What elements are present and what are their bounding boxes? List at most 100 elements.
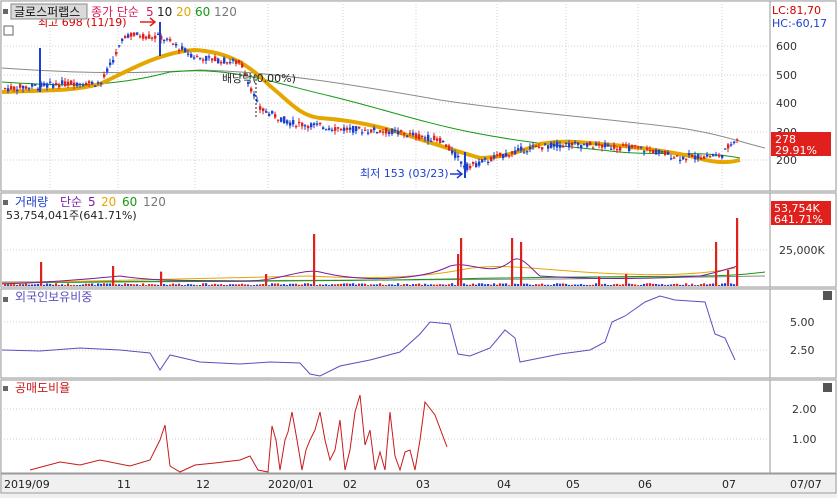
- volume-bar: [265, 274, 268, 286]
- candle-body: [487, 161, 490, 164]
- short-tick-2: 2.00: [792, 403, 817, 416]
- volume-bar: [691, 283, 694, 286]
- candle-body: [652, 150, 655, 154]
- candle-body: [469, 165, 472, 169]
- volume-bar: [49, 283, 52, 286]
- volume-bar: [409, 284, 412, 286]
- volume-bar: [319, 284, 322, 286]
- candle-body: [202, 59, 205, 61]
- volume-bar: [658, 284, 661, 286]
- candle-body: [85, 83, 88, 86]
- volume-bar: [715, 242, 718, 286]
- volume-bar: [133, 284, 136, 286]
- volume-ma-20: 20: [101, 195, 116, 209]
- volume-bar: [649, 283, 652, 286]
- volume-bar: [181, 285, 184, 286]
- current-volume-text: 53,754,041주(641.71%): [6, 209, 137, 222]
- volume-bar: [541, 283, 544, 286]
- candle-body: [139, 36, 142, 38]
- candle-body: [280, 117, 283, 122]
- candle-body: [97, 82, 100, 84]
- candle-body: [397, 131, 400, 135]
- candle-body: [547, 145, 550, 149]
- candle-body: [619, 147, 622, 151]
- short-panel-menu-icon[interactable]: [3, 386, 8, 391]
- candle-body: [301, 122, 304, 127]
- volume-bar: [706, 284, 709, 286]
- dividend-annotation-text: 배당락(0.00%): [222, 72, 296, 85]
- volume-bar: [595, 283, 598, 286]
- volume-ma-title: 단순: [60, 195, 82, 209]
- volume-bar: [499, 283, 502, 286]
- candle-body: [583, 143, 586, 145]
- candle-body: [724, 148, 727, 150]
- candle-body: [4, 88, 7, 90]
- volume-bar: [511, 238, 514, 286]
- candle-body: [409, 132, 412, 135]
- volume-bar: [55, 283, 58, 286]
- volume-bar: [262, 284, 265, 286]
- candle-body: [289, 122, 292, 126]
- volume-bar: [421, 284, 424, 286]
- candle-body: [622, 144, 625, 146]
- candle-body: [109, 62, 112, 66]
- volume-panel-menu-icon[interactable]: [3, 200, 8, 205]
- volume-bar: [697, 285, 700, 286]
- volume-bar: [631, 283, 634, 286]
- candle-body: [655, 149, 658, 155]
- candle-body: [193, 57, 196, 59]
- candle-body: [586, 142, 589, 147]
- candle-body: [76, 82, 79, 86]
- volume-bar: [493, 283, 496, 286]
- candle-body: [727, 144, 730, 149]
- candle-body: [67, 81, 70, 86]
- candle-body: [532, 145, 535, 147]
- volume-bar: [7, 284, 10, 286]
- candle-body: [73, 82, 76, 87]
- volume-bar: [301, 284, 304, 286]
- volume-bar: [412, 284, 415, 286]
- candle-body: [676, 155, 679, 157]
- candle-body: [424, 137, 427, 139]
- candle-body: [601, 144, 604, 148]
- candle-body: [145, 36, 148, 39]
- candle-body: [271, 111, 274, 114]
- foreign-panel-close-icon[interactable]: [823, 291, 832, 300]
- volume-bar: [682, 284, 685, 286]
- candle-body: [376, 132, 379, 134]
- volume-ma-120: 120: [143, 195, 166, 209]
- candle-body: [127, 34, 130, 38]
- candle-body: [283, 116, 286, 124]
- volume-bar: [622, 284, 625, 286]
- volume-bar: [514, 283, 517, 286]
- volume-bar: [613, 284, 616, 286]
- candle-body: [682, 156, 685, 160]
- volume-bar: [508, 285, 511, 286]
- candle-body: [568, 142, 571, 148]
- short-panel-close-icon[interactable]: [823, 383, 832, 392]
- short-title: 공매도비율: [15, 381, 70, 395]
- panel-menu-icon[interactable]: [3, 9, 8, 14]
- candle-body: [613, 144, 616, 149]
- volume-bar: [679, 284, 682, 286]
- foreign-panel-menu-icon[interactable]: [3, 297, 8, 302]
- candle-body: [316, 123, 319, 125]
- volume-bar: [718, 284, 721, 286]
- volume-bar: [112, 266, 115, 286]
- candle-body: [697, 154, 700, 159]
- candle-body: [337, 127, 340, 129]
- volume-bar: [670, 284, 673, 286]
- candle-body: [637, 146, 640, 148]
- candle-body: [694, 155, 697, 160]
- candle-body: [328, 128, 331, 130]
- volume-bar: [295, 283, 298, 286]
- volume-bar: [589, 284, 592, 286]
- candle-body: [688, 153, 691, 156]
- volume-bar: [355, 284, 358, 286]
- candle-body: [142, 34, 145, 39]
- volume-bar: [634, 284, 637, 286]
- volume-bar: [655, 283, 658, 286]
- volume-bar: [520, 242, 523, 286]
- volume-bar: [214, 283, 217, 286]
- volume-bar: [316, 285, 319, 286]
